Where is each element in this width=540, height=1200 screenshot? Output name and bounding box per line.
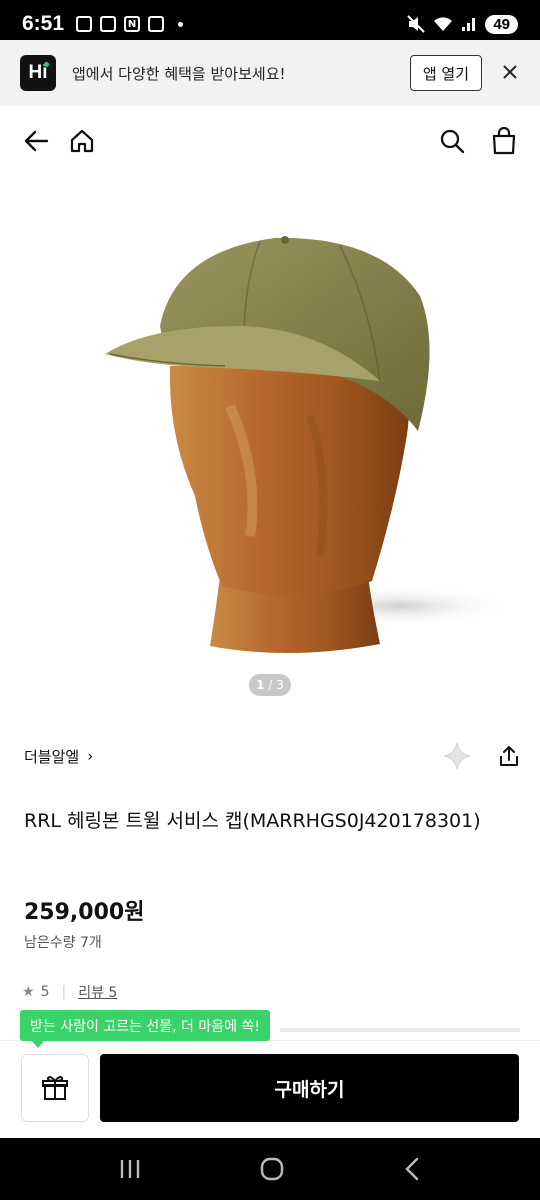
back-arrow-icon[interactable] [20,125,52,157]
image-pager: 1 / 3 [249,674,291,696]
banner-message: 앱에서 다양한 혜택을 받아보세요! [72,64,286,83]
gift-tooltip: 받는 사람이 고르는 선물, 더 마음에 쏙! [20,1010,270,1048]
review-link[interactable]: 리뷰 5 [78,982,117,1002]
home-icon[interactable] [66,125,98,157]
pager-separator: / [264,678,277,692]
bottom-action-bar: 구매하기 [0,1040,540,1138]
product-image[interactable] [0,176,540,706]
close-icon[interactable] [500,61,520,85]
recents-icon[interactable] [118,1158,142,1180]
status-time: 6:51 [22,12,65,35]
star-icon: ★ [22,984,35,1000]
open-app-button[interactable]: 앱 열기 [409,55,482,91]
more-notifications-dot [178,21,184,27]
wifi-icon [434,17,453,31]
naver-icon: N [124,16,141,32]
share-icon[interactable] [498,744,520,768]
screenshot-icon [76,16,93,32]
stock-remaining: 남은수량 7개 [24,935,102,951]
section-divider [280,1028,520,1032]
rating-row: ★ 5 | 리뷰 5 [22,982,117,1002]
signal-icon [462,18,476,31]
news-icon [148,16,165,32]
buy-button[interactable]: 구매하기 [100,1054,519,1122]
chevron-right-icon[interactable]: › [87,747,93,765]
shopping-bag-icon[interactable] [488,125,520,157]
gift-button[interactable] [21,1054,89,1122]
product-price: 259,000원 [24,900,145,925]
divider: | [61,984,67,1000]
hi-logo: Hi [20,55,56,91]
pager-current: 1 [256,678,265,692]
rating-value: 5 [40,984,50,1000]
wishlist-sparkle-icon[interactable] [442,741,472,771]
system-nav-bar [0,1138,540,1200]
top-nav-bar [0,106,540,176]
search-icon[interactable] [436,125,468,157]
battery-indicator: 49 [485,14,518,34]
pager-total: 3 [276,678,284,692]
app-download-banner: Hi 앱에서 다양한 혜택을 받아보세요! 앱 열기 [0,40,540,106]
brand-link[interactable]: 더블알엘 [24,746,79,767]
mute-icon [407,15,426,33]
home-circle-icon[interactable] [259,1156,285,1182]
product-title: RRL 헤링본 트윌 서비스 캡(MARRHGS0J420178301) [24,810,481,832]
back-chevron-icon[interactable] [402,1157,422,1181]
gift-icon [42,1076,68,1100]
gallery-icon [100,16,117,32]
brand-row: 더블알엘 › [24,738,520,774]
product-photo [105,236,510,654]
